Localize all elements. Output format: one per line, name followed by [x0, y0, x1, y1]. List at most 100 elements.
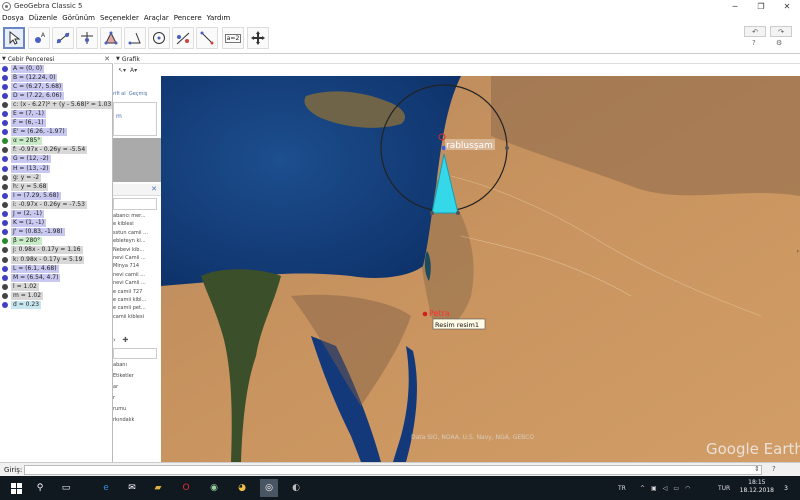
algebra-row[interactable]: A = (0, 0) — [0, 64, 112, 73]
battery-icon[interactable]: ▭ — [673, 485, 679, 492]
visibility-toggle-icon[interactable] — [2, 65, 8, 72]
algebra-row[interactable]: G = (12, -2) — [0, 155, 112, 164]
visibility-toggle-icon[interactable] — [2, 129, 8, 136]
visibility-toggle-icon[interactable] — [2, 265, 8, 272]
edge-browser-icon[interactable]: e — [98, 480, 114, 496]
algebra-item-text[interactable]: I = (7.29, 5.68) — [11, 191, 61, 200]
algebra-row[interactable]: d = 0.23 — [0, 300, 112, 309]
menu-view[interactable]: Görünüm — [62, 14, 95, 22]
restore-icon[interactable]: ❐ — [748, 0, 774, 12]
point-base-left[interactable] — [430, 211, 434, 215]
algebra-row[interactable]: E' = (6.26, -1.97) — [0, 128, 112, 137]
visibility-toggle-icon[interactable] — [2, 165, 8, 172]
angle-measure-tool[interactable] — [196, 27, 218, 49]
algebra-row[interactable]: K = (1, -1) — [0, 219, 112, 228]
notification-icon[interactable]: 3 — [778, 480, 794, 496]
circle-tool[interactable] — [148, 27, 170, 49]
visibility-toggle-icon[interactable] — [2, 301, 8, 308]
visibility-toggle-icon[interactable] — [2, 192, 8, 199]
cursor-arrow-icon[interactable]: ↖▾ — [118, 67, 126, 74]
point-tool[interactable]: A — [28, 27, 50, 49]
input-help-icon[interactable]: ? — [772, 465, 776, 473]
algebra-row[interactable]: M = (6.54, 4.7) — [0, 273, 112, 282]
reflect-tool[interactable] — [172, 27, 194, 49]
visibility-toggle-icon[interactable] — [2, 292, 8, 299]
algebra-row[interactable]: D = (7.22, 6.06) — [0, 91, 112, 100]
algebra-row[interactable]: h: y = 5.68 — [0, 182, 112, 191]
algebra-item-text[interactable]: i: -0.97x - 0.26y = -7.53 — [11, 200, 87, 209]
kbd-label[interactable]: TUR — [718, 485, 730, 492]
visibility-toggle-icon[interactable] — [2, 147, 8, 154]
algebra-item-text[interactable]: B = (12.24, 0) — [11, 73, 58, 82]
algebra-item-text[interactable]: J' = (0.83, -1.98) — [11, 228, 65, 237]
algebra-item-text[interactable]: L = (6.1, 4.68) — [11, 264, 59, 273]
app-icon[interactable]: ◉ — [206, 480, 222, 496]
visibility-toggle-icon[interactable] — [2, 111, 8, 118]
algebra-row[interactable]: c: (x - 6.27)² + (y - 5.68)² = 1.03 — [0, 100, 112, 109]
algebra-item-text[interactable]: G = (12, -2) — [11, 155, 51, 164]
visibility-toggle-icon[interactable] — [2, 120, 8, 127]
visibility-toggle-icon[interactable] — [2, 83, 8, 90]
slider-tool[interactable]: a=2 — [222, 27, 244, 49]
algebra-item-text[interactable]: K = (1, -1) — [11, 219, 47, 228]
algebra-item-text[interactable]: m = 1.02 — [11, 291, 44, 300]
perpendicular-line-tool[interactable] — [76, 27, 98, 49]
menu-edit[interactable]: Düzenle — [29, 14, 58, 22]
algebra-row[interactable]: J' = (0.83, -1.98) — [0, 228, 112, 237]
visibility-toggle-icon[interactable] — [2, 247, 8, 254]
wifi-icon[interactable]: ◠ — [685, 485, 690, 492]
algebra-row[interactable]: g: y = -2 — [0, 173, 112, 182]
algebra-row[interactable]: J = (2, -1) — [0, 210, 112, 219]
geogebra-taskbar-icon[interactable]: ◎ — [260, 479, 278, 497]
polygon-tool[interactable] — [100, 27, 122, 49]
algebra-row[interactable]: E = (7, -1) — [0, 109, 112, 119]
windows-start-icon[interactable] — [8, 480, 24, 496]
menu-help[interactable]: Yardım — [207, 14, 231, 22]
visibility-toggle-icon[interactable] — [2, 220, 8, 227]
algebra-row[interactable]: m = 1.02 — [0, 291, 112, 300]
algebra-row[interactable]: f: -0.97x - 0.26y = -5.54 — [0, 146, 112, 155]
algebra-row[interactable]: L = (6.1, 4.68) — [0, 264, 112, 273]
file-explorer-icon[interactable]: ▰ — [150, 480, 166, 496]
menu-file[interactable]: Dosya — [2, 14, 24, 22]
lang-label[interactable]: TR — [618, 485, 626, 492]
visibility-toggle-icon[interactable] — [2, 174, 8, 181]
algebra-row[interactable]: l = 1.02 — [0, 282, 112, 291]
algebra-item-text[interactable]: d = 0.23 — [11, 300, 42, 309]
algebra-row[interactable]: α = 285° — [0, 137, 112, 146]
algebra-item-text[interactable]: D = (7.22, 6.06) — [11, 91, 64, 100]
up-arrow-icon[interactable]: ^ — [640, 485, 645, 492]
visibility-toggle-icon[interactable] — [2, 156, 8, 163]
algebra-item-text[interactable]: f: -0.97x - 0.26y = -5.54 — [11, 146, 88, 155]
minimize-icon[interactable]: ─ — [722, 0, 748, 12]
algebra-item-text[interactable]: J = (2, -1) — [11, 210, 44, 219]
close-algebra-icon[interactable]: ✕ — [104, 55, 110, 63]
undo-button[interactable]: ↶ — [744, 26, 766, 37]
petra-point[interactable] — [422, 311, 428, 317]
app2-icon[interactable]: ◐ — [288, 480, 304, 496]
help-icon[interactable]: ? — [752, 39, 756, 47]
algebra-row[interactable]: B = (12.24, 0) — [0, 73, 112, 82]
visibility-toggle-icon[interactable] — [2, 101, 8, 108]
algebra-item-text[interactable]: F = (6, -1) — [11, 119, 46, 128]
chrome-browser-icon[interactable]: ◕ — [234, 480, 250, 496]
algebra-row[interactable]: i: -0.97x - 0.26y = -7.53 — [0, 200, 112, 209]
algebra-item-text[interactable]: C = (6.27, 5.68) — [11, 82, 64, 91]
algebra-row[interactable]: C = (6.27, 5.68) — [0, 82, 112, 91]
algebra-item-text[interactable]: k: 0.98x - 0.17y = 5.19 — [11, 255, 85, 264]
mail-icon[interactable]: ✉ — [124, 480, 140, 496]
task-view-icon[interactable]: ▭ — [58, 480, 74, 496]
menu-tools[interactable]: Araçlar — [144, 14, 169, 22]
algebra-item-text[interactable]: α = 285° — [11, 137, 43, 146]
collapse-triangle-icon[interactable]: ▼ — [116, 56, 120, 62]
visibility-toggle-icon[interactable] — [2, 183, 8, 190]
menu-window[interactable]: Pencere — [174, 14, 202, 22]
algebra-item-text[interactable]: β = 280° — [11, 237, 43, 246]
visibility-toggle-icon[interactable] — [2, 238, 8, 245]
algebra-row[interactable]: k: 0.98x - 0.17y = 5.19 — [0, 255, 112, 264]
visibility-toggle-icon[interactable] — [2, 92, 8, 99]
graphics-view[interactable]: rablusşam Petra Resim resim1 Data SIO, N… — [161, 76, 800, 462]
algebra-item-text[interactable]: M = (6.54, 4.7) — [11, 273, 61, 282]
visibility-toggle-icon[interactable] — [2, 138, 8, 145]
algebra-item-text[interactable]: l = 1.02 — [11, 282, 39, 291]
